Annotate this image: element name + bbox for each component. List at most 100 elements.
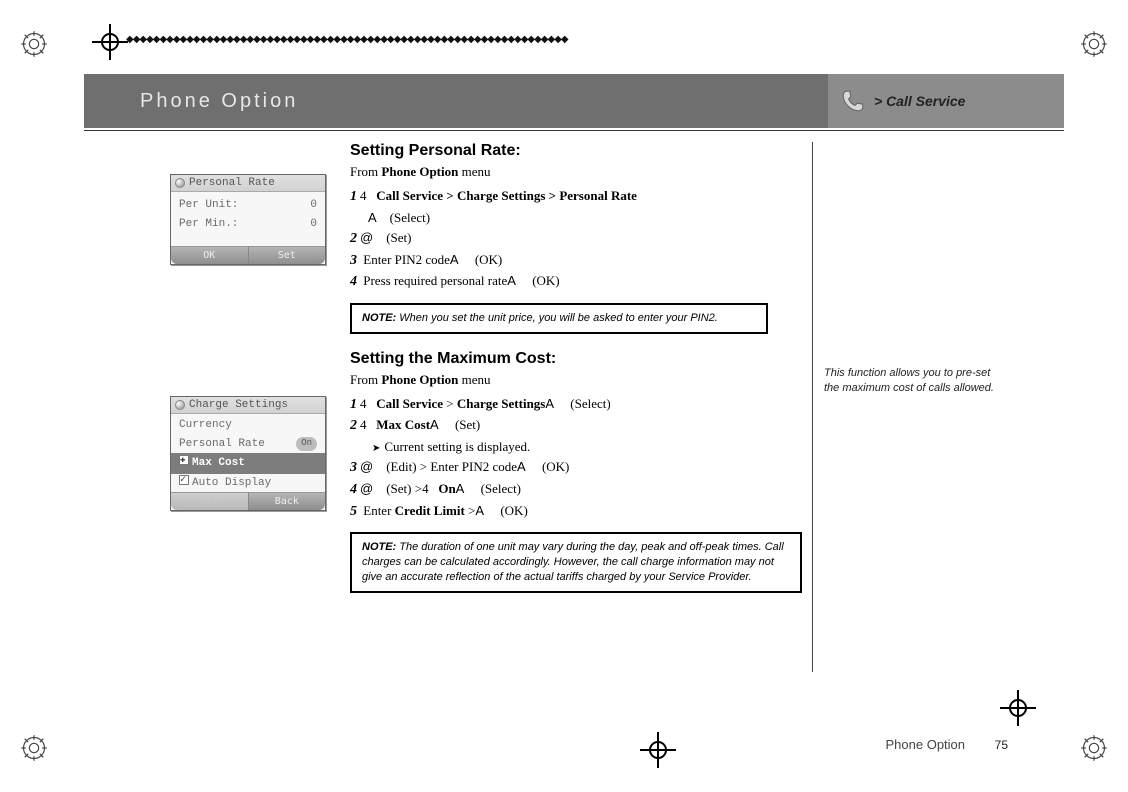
softkey-set: Set: [248, 246, 326, 264]
status-pill: On: [296, 437, 317, 451]
registration-mark-icon: [640, 732, 676, 768]
menu-path: Call Service: [376, 396, 443, 411]
soft-key: A: [507, 273, 516, 288]
checkbox-icon: [179, 455, 189, 465]
column-divider: [812, 142, 813, 672]
step-sub: Current setting is displayed.: [350, 437, 802, 457]
step-number: 3: [350, 253, 357, 268]
decorative-strip: ◆◆◆◆◆◆◆◆◆◆◆◆◆◆◆◆◆◆◆◆◆◆◆◆◆◆◆◆◆◆◆◆◆◆◆◆◆◆◆◆…: [126, 34, 596, 50]
corner-ornament-icon: [1078, 732, 1110, 764]
step-text: Enter: [360, 503, 395, 518]
corner-ornament-icon: [18, 28, 50, 60]
soft-label: (Set): [455, 417, 480, 432]
soft-key: @: [360, 230, 373, 245]
menu-item: Max Cost: [376, 417, 430, 432]
step-number: 4: [350, 482, 357, 497]
note-box: NOTE: When you set the unit price, you w…: [350, 303, 768, 334]
step: 3 Enter PIN2 codeA (OK): [350, 250, 802, 272]
step: 4 Press required personal rateA (OK): [350, 271, 802, 293]
corner-ornament-icon: [18, 732, 50, 764]
soft-key: @: [360, 481, 373, 496]
soft-key: A: [456, 481, 465, 496]
phone-icon: [840, 88, 866, 114]
section-heading: Setting Personal Rate:: [350, 142, 802, 160]
soft-key: A: [517, 459, 526, 474]
step-number: 5: [350, 504, 357, 519]
step-sub-text: Current setting is displayed.: [384, 439, 530, 454]
soft-key: A: [430, 417, 439, 432]
section-heading: Setting the Maximum Cost:: [350, 350, 802, 368]
soft-key: A: [545, 396, 554, 411]
step-sub: A (Select): [350, 208, 802, 228]
screen-title: Personal Rate: [189, 177, 275, 189]
screen-item: Auto Display: [192, 477, 271, 489]
checkbox-icon: [179, 475, 189, 485]
screen-row-value: 0: [310, 216, 317, 233]
step-number: 1: [350, 189, 357, 204]
screen-title: Charge Settings: [189, 399, 288, 411]
sep: >: [465, 503, 476, 518]
soft-label: (Set): [386, 481, 411, 496]
step: 5 Enter Credit Limit >A (OK): [350, 501, 802, 523]
step-number: 3: [350, 460, 357, 475]
step-number: 2: [350, 418, 357, 433]
header-rule: [84, 130, 1064, 131]
step-number: 4: [350, 274, 357, 289]
soft-key: A: [450, 252, 459, 267]
menu-item: Credit Limit: [395, 503, 465, 518]
note-text: The duration of one unit may vary during…: [362, 541, 784, 583]
softkey-ok: OK: [171, 246, 248, 264]
soft-key: A: [475, 503, 484, 518]
note-text: When you set the unit price, you will be…: [399, 312, 718, 324]
softkey-back: Back: [248, 492, 326, 510]
sep: >: [443, 396, 457, 411]
text: menu: [458, 164, 490, 179]
soft-label: (OK): [542, 459, 569, 474]
step: 4@ (Set) >4 OnA (Select): [350, 479, 802, 501]
text: From: [350, 164, 381, 179]
page-footer: Phone Option 75: [886, 737, 1009, 752]
sep: >: [411, 481, 422, 496]
step-text: Enter PIN2 code: [360, 252, 450, 267]
step-number: 2: [350, 231, 357, 246]
step: 3@ (Edit) > Enter PIN2 codeA (OK): [350, 457, 802, 479]
screen-item-selected: Max Cost: [192, 457, 245, 469]
note-label: NOTE:: [362, 541, 399, 553]
margin-note: This function allows you to pre-set the …: [824, 366, 1008, 396]
soft-label: (OK): [532, 273, 559, 288]
note-box: NOTE: The duration of one unit may vary …: [350, 532, 802, 593]
text-bold: Phone Option: [381, 164, 458, 179]
soft-label: (Select): [481, 481, 521, 496]
step: 2@ (Set): [350, 228, 802, 250]
soft-key: A: [368, 210, 377, 225]
page-title: Phone Option: [140, 90, 298, 113]
step: 14 Call Service > Charge Settings > Pers…: [350, 186, 802, 208]
soft-label: (Edit): [386, 459, 416, 474]
text: menu: [458, 372, 490, 387]
section-intro: From Phone Option menu: [350, 164, 802, 180]
nav-key: 4: [360, 188, 367, 203]
note-label: NOTE:: [362, 312, 399, 324]
screen-item: Currency: [179, 417, 232, 434]
soft-label: (Select): [570, 396, 610, 411]
screen-row-label: Per Min.:: [179, 216, 238, 233]
steps-list: 14 Call Service > Charge SettingsA (Sele…: [350, 394, 802, 523]
step-text: > Enter PIN2 code: [417, 459, 517, 474]
main-content: Setting Personal Rate: From Phone Option…: [350, 142, 802, 609]
softkey-set: Set: [171, 492, 248, 510]
screen-row-value: 0: [310, 197, 317, 214]
step-number: 1: [350, 397, 357, 412]
screen-globe-icon: [175, 178, 185, 188]
soft-label: (Select): [390, 210, 430, 225]
text: From: [350, 372, 381, 387]
registration-mark-icon: [1000, 690, 1036, 726]
screen-row-label: Per Unit:: [179, 197, 238, 214]
page-header: Phone Option > Call Service: [84, 74, 1064, 128]
soft-label: (OK): [475, 252, 502, 267]
soft-label: (Set): [386, 230, 411, 245]
section-intro: From Phone Option menu: [350, 372, 802, 388]
registration-mark-icon: [92, 24, 128, 60]
steps-list: 14 Call Service > Charge Settings > Pers…: [350, 186, 802, 293]
corner-ornament-icon: [1078, 28, 1110, 60]
text-bold: Phone Option: [381, 372, 458, 387]
